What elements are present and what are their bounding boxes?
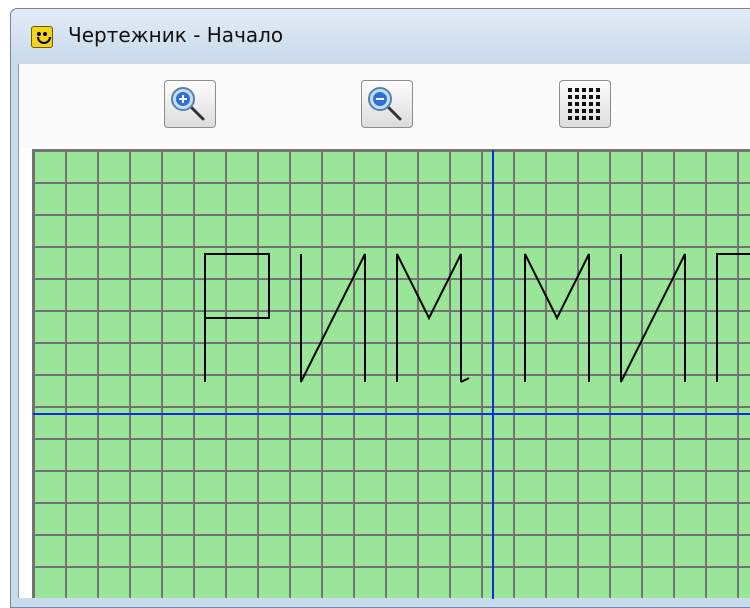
- magnifier-plus-icon: [171, 87, 205, 121]
- letter-r-1: [204, 253, 270, 382]
- zoom-in-button[interactable]: [164, 80, 216, 128]
- window-title: Чертежник - Начало: [68, 23, 284, 47]
- smiley-icon[interactable]: [31, 26, 53, 48]
- letter-i-1: [300, 253, 366, 383]
- letter-m-1: [396, 253, 462, 382]
- toggle-grid-button[interactable]: [559, 80, 611, 128]
- title-bar[interactable]: Чертежник - Начало: [11, 9, 750, 65]
- magnifier-minus-icon: [368, 87, 402, 121]
- zoom-out-button[interactable]: [361, 80, 413, 128]
- grid-dots-icon: [568, 88, 600, 120]
- drawing-layer: [33, 150, 750, 599]
- letter-r-2: [716, 253, 750, 382]
- letter-i-2: [620, 253, 686, 383]
- pen-strokes: [204, 253, 750, 383]
- toolbar: [19, 64, 750, 148]
- drawing-canvas[interactable]: РИМ, МИР: [32, 149, 750, 599]
- letter-m-2: [524, 253, 590, 382]
- comma: [460, 377, 470, 383]
